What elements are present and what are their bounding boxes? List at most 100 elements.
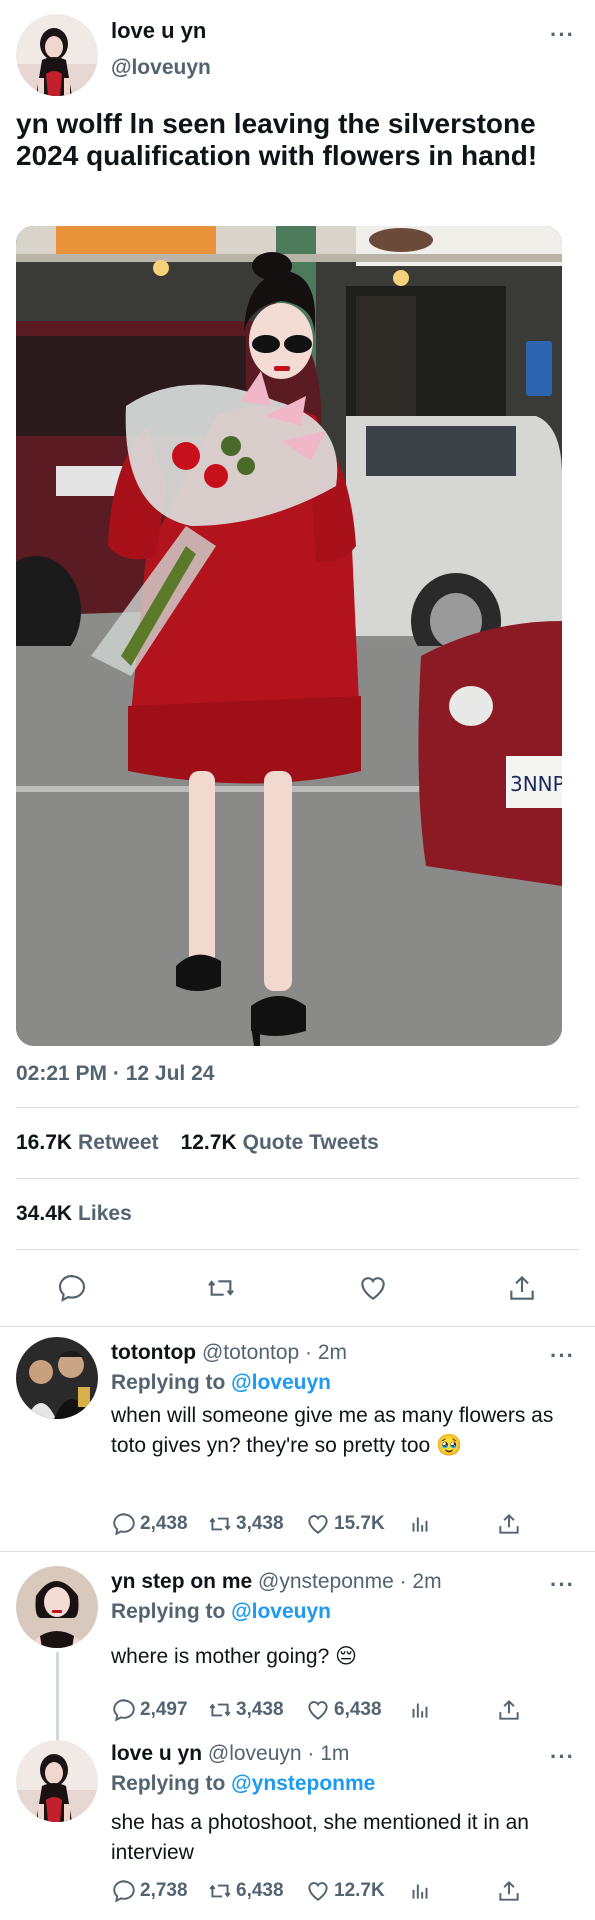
retweet-icon[interactable] bbox=[205, 1272, 237, 1304]
retweet-icon bbox=[209, 1884, 231, 1898]
reply-actions: 2,497 3,438 6,438 bbox=[111, 1697, 541, 1727]
retweet-count[interactable]: 16.7K bbox=[16, 1131, 72, 1154]
retweet-button[interactable]: 3,438 bbox=[207, 1511, 284, 1537]
retweet-count: 6,438 bbox=[236, 1880, 284, 1901]
reply-actions: 2,438 3,438 15.7K bbox=[111, 1511, 541, 1541]
reply-author-name[interactable]: yn step on me bbox=[111, 1570, 252, 1593]
author-handle[interactable]: @loveuyn bbox=[111, 56, 211, 80]
reply-icon bbox=[113, 1513, 135, 1536]
likes-label[interactable]: Likes bbox=[78, 1202, 132, 1225]
divider bbox=[16, 1107, 579, 1108]
reply-icon bbox=[113, 1699, 135, 1722]
more-icon[interactable]: ··· bbox=[550, 1746, 575, 1768]
license-plate: 3NNP6 bbox=[510, 772, 562, 796]
author-name[interactable]: love u yn bbox=[111, 18, 206, 44]
replying-to-prefix: Replying to bbox=[111, 1600, 232, 1623]
like-icon[interactable] bbox=[357, 1272, 389, 1304]
more-icon[interactable]: ··· bbox=[550, 1574, 575, 1596]
avatar-photo bbox=[16, 14, 98, 96]
like-icon bbox=[308, 1701, 328, 1720]
reply-header: love u yn @loveuyn · 1m bbox=[111, 1742, 349, 1766]
engagement-stats: 16.7K Retweet 12.7K Quote Tweets bbox=[16, 1131, 379, 1155]
like-count: 12.7K bbox=[334, 1880, 385, 1901]
tweet-timestamp[interactable]: 02:21 PM · 12 Jul 24 bbox=[16, 1062, 214, 1086]
views-icon bbox=[412, 1517, 428, 1532]
reply-button[interactable]: 2,497 bbox=[111, 1697, 188, 1723]
avatar[interactable] bbox=[16, 1566, 98, 1648]
reply-author-handle[interactable]: @loveuyn · 1m bbox=[208, 1742, 350, 1765]
share-icon bbox=[499, 1699, 519, 1720]
reply-count: 2,438 bbox=[140, 1513, 188, 1534]
tweet-text: yn wolff ln seen leaving the silverstone… bbox=[16, 108, 538, 171]
reply-text: when will someone give me as many flower… bbox=[111, 1404, 554, 1457]
tweet-photo[interactable]: 3NNP6 bbox=[16, 226, 562, 1046]
avatar-photo bbox=[16, 1337, 98, 1419]
divider bbox=[16, 1249, 579, 1250]
views-icon bbox=[412, 1884, 428, 1899]
photo-image: 3NNP6 bbox=[16, 226, 562, 1046]
share-icon[interactable] bbox=[506, 1272, 538, 1304]
retweet-icon bbox=[209, 1517, 231, 1531]
reply-header: totontop @totontop · 2m bbox=[111, 1341, 347, 1365]
retweet-label[interactable]: Retweet bbox=[78, 1131, 159, 1154]
replying-to-link[interactable]: @ynsteponme bbox=[231, 1772, 375, 1795]
like-button[interactable]: 12.7K bbox=[305, 1878, 385, 1904]
replying-to: Replying to @loveuyn bbox=[111, 1600, 331, 1624]
divider bbox=[0, 1551, 595, 1552]
avatar-photo bbox=[16, 1566, 98, 1648]
retweet-button[interactable]: 3,438 bbox=[207, 1697, 284, 1723]
quote-count[interactable]: 12.7K bbox=[181, 1131, 237, 1154]
share-button[interactable] bbox=[496, 1697, 525, 1723]
retweet-count: 3,438 bbox=[236, 1699, 284, 1720]
reply-actions: 2,738 6,438 12.7K bbox=[111, 1878, 541, 1908]
retweet-count: 3,438 bbox=[236, 1513, 284, 1534]
views-icon bbox=[412, 1703, 428, 1718]
action-bar bbox=[0, 1262, 595, 1314]
like-icon bbox=[308, 1882, 328, 1901]
retweet-button[interactable]: 6,438 bbox=[207, 1878, 284, 1904]
avatar[interactable] bbox=[16, 1740, 98, 1822]
reply-button[interactable]: 2,738 bbox=[111, 1878, 188, 1904]
views-button[interactable] bbox=[407, 1878, 436, 1904]
share-button[interactable] bbox=[496, 1511, 525, 1537]
share-button[interactable] bbox=[496, 1878, 525, 1904]
divider bbox=[0, 1326, 595, 1327]
reply-text: she has a photoshoot, she mentioned it i… bbox=[111, 1811, 529, 1864]
replying-to: Replying to @loveuyn bbox=[111, 1371, 331, 1395]
share-icon bbox=[499, 1513, 519, 1534]
share-icon bbox=[499, 1880, 519, 1901]
reply-author-handle[interactable]: @ynsteponme · 2m bbox=[258, 1570, 442, 1593]
reply-author-handle[interactable]: @totontop · 2m bbox=[202, 1341, 347, 1364]
like-count: 15.7K bbox=[334, 1513, 385, 1534]
likes-stats: 34.4K Likes bbox=[16, 1202, 132, 1226]
reply-count: 2,738 bbox=[140, 1880, 188, 1901]
like-button[interactable]: 6,438 bbox=[305, 1697, 382, 1723]
views-button[interactable] bbox=[407, 1511, 436, 1537]
views-button[interactable] bbox=[407, 1697, 436, 1723]
replying-to-link[interactable]: @loveuyn bbox=[231, 1600, 331, 1623]
reply-button[interactable]: 2,438 bbox=[111, 1511, 188, 1537]
replying-to: Replying to @ynsteponme bbox=[111, 1772, 375, 1796]
reply-icon bbox=[113, 1880, 135, 1903]
quote-label[interactable]: Quote Tweets bbox=[243, 1131, 379, 1154]
retweet-icon bbox=[209, 1703, 231, 1717]
like-button[interactable]: 15.7K bbox=[305, 1511, 385, 1537]
reply-icon[interactable] bbox=[56, 1272, 88, 1304]
reply-author-name[interactable]: love u yn bbox=[111, 1742, 202, 1765]
reply-header: yn step on me @ynsteponme · 2m bbox=[111, 1570, 442, 1594]
reply-text: where is mother going? 😔 bbox=[111, 1645, 358, 1668]
replying-to-prefix: Replying to bbox=[111, 1371, 232, 1394]
divider bbox=[16, 1178, 579, 1179]
reply-count: 2,497 bbox=[140, 1699, 188, 1720]
likes-count[interactable]: 34.4K bbox=[16, 1202, 72, 1225]
avatar-photo bbox=[16, 1740, 98, 1822]
avatar[interactable] bbox=[16, 1337, 98, 1419]
like-count: 6,438 bbox=[334, 1699, 382, 1720]
replying-to-prefix: Replying to bbox=[111, 1772, 232, 1795]
like-icon bbox=[308, 1515, 328, 1534]
replying-to-link[interactable]: @loveuyn bbox=[231, 1371, 331, 1394]
reply-author-name[interactable]: totontop bbox=[111, 1341, 196, 1364]
more-icon[interactable]: ··· bbox=[550, 1345, 575, 1367]
avatar[interactable] bbox=[16, 14, 98, 96]
more-icon[interactable]: ··· bbox=[550, 24, 575, 46]
